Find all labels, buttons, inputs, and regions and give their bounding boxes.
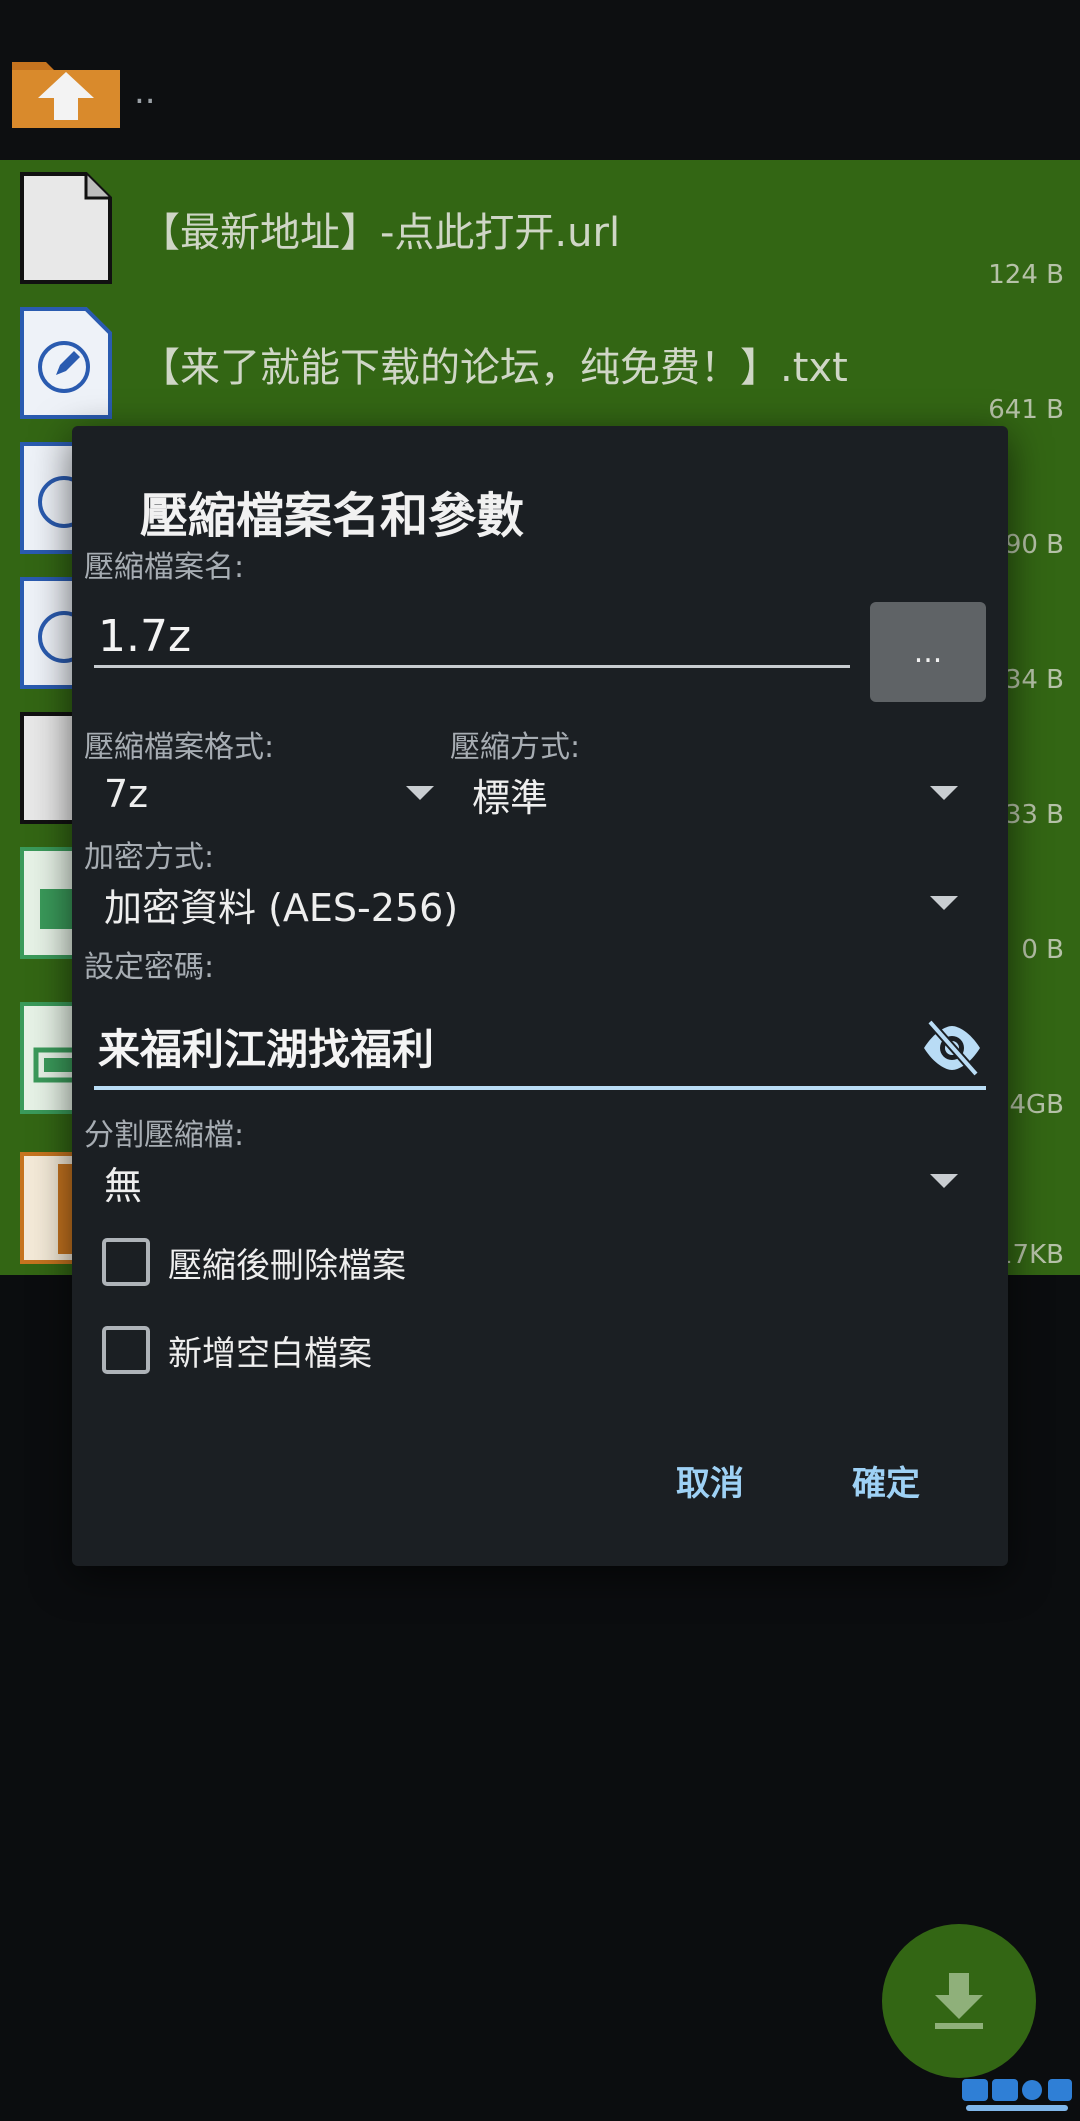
- add-empty-checkbox[interactable]: [102, 1326, 150, 1374]
- format-label: 壓縮檔案格式:: [84, 730, 275, 765]
- file-size: 90 B: [1004, 530, 1064, 560]
- file-name: 【来了就能下载的论坛，纯免费！】.txt: [140, 345, 848, 391]
- delete-after-label: 壓縮後刪除檔案: [168, 1245, 406, 1286]
- chevron-down-icon: [930, 896, 958, 910]
- chevron-down-icon: [930, 1174, 958, 1188]
- split-value: 無: [104, 1163, 143, 1208]
- split-label: 分割壓縮檔:: [84, 1118, 245, 1153]
- file-row[interactable]: 【来了就能下载的论坛，纯免费！】.txt 641 B: [0, 295, 1080, 430]
- delete-after-option[interactable]: 壓縮後刪除檔案: [102, 1234, 406, 1290]
- compress-dialog: 壓縮檔案名和參數 壓縮檔案名: ... 壓縮檔案格式: 7z 壓縮方式: 標準 …: [72, 426, 1008, 1566]
- archive-name-label: 壓縮檔案名:: [84, 550, 245, 585]
- add-empty-label: 新增空白檔案: [168, 1333, 372, 1374]
- folder-up-icon: [12, 62, 120, 128]
- add-empty-option[interactable]: 新增空白檔案: [102, 1322, 372, 1378]
- method-select[interactable]: 標準: [472, 764, 958, 824]
- browse-button[interactable]: ...: [870, 602, 986, 702]
- method-value: 標準: [472, 775, 549, 820]
- file-size: 124 B: [988, 260, 1064, 290]
- download-icon: [935, 1973, 983, 2029]
- file-size: 0 B: [1021, 935, 1064, 965]
- watermark-logo: [962, 2079, 1072, 2111]
- file-size: 34 B: [1004, 665, 1064, 695]
- encryption-select[interactable]: 加密資料 (AES-256): [104, 874, 958, 934]
- encryption-value: 加密資料 (AES-256): [104, 885, 459, 930]
- format-value: 7z: [104, 772, 149, 816]
- blank-file-icon: [20, 172, 112, 284]
- delete-after-checkbox[interactable]: [102, 1238, 150, 1286]
- method-label: 壓縮方式:: [450, 730, 581, 765]
- file-name: 【最新地址】-点此打开.url: [140, 210, 621, 256]
- cancel-button[interactable]: 取消: [676, 1456, 744, 1505]
- encryption-label: 加密方式:: [84, 840, 215, 875]
- file-row[interactable]: 【最新地址】-点此打开.url 124 B: [0, 160, 1080, 295]
- text-file-icon: [20, 307, 112, 419]
- file-size: 33 B: [1004, 800, 1064, 830]
- archive-name-input[interactable]: [94, 608, 850, 668]
- parent-folder-label: ..: [134, 72, 156, 112]
- format-select[interactable]: 7z: [104, 764, 434, 824]
- file-size: 641 B: [988, 395, 1064, 425]
- visibility-off-icon[interactable]: [920, 1016, 984, 1080]
- chevron-down-icon: [930, 786, 958, 800]
- dialog-title: 壓縮檔案名和參數: [140, 488, 525, 544]
- password-input[interactable]: [94, 1006, 986, 1090]
- chevron-down-icon: [406, 786, 434, 800]
- extract-fab[interactable]: [882, 1924, 1036, 2078]
- password-label: 設定密碼:: [84, 950, 215, 985]
- ok-button[interactable]: 確定: [852, 1456, 920, 1505]
- parent-folder-row[interactable]: ..: [0, 0, 1080, 160]
- split-select[interactable]: 無: [104, 1152, 958, 1212]
